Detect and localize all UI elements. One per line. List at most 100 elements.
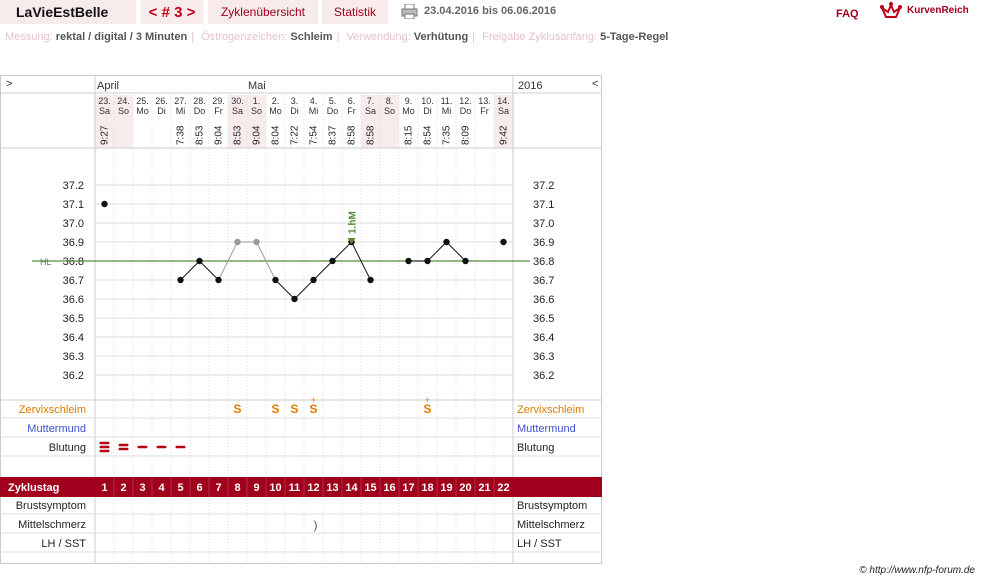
cycle-day-number: 21 (478, 482, 490, 494)
cycle-day-number: 10 (269, 482, 281, 494)
measurement-info: Messung: rektal / digital / 3 Minuten | Ö… (5, 31, 669, 43)
day-date: 28. (193, 96, 206, 106)
temp-tick-left: 36.5 (63, 313, 84, 325)
peak-label: 1.hM (348, 211, 359, 234)
info-key: Freigabe Zyklusanfang: (482, 31, 598, 43)
cycle-navigation[interactable]: < # 3 > (141, 0, 203, 24)
temp-tick-right: 36.3 (533, 351, 554, 363)
day-date: 5. (329, 96, 337, 106)
temp-tick-left: 36.6 (63, 294, 84, 306)
info-value: 5-Tage-Regel (600, 31, 669, 43)
bleeding-mark (118, 443, 129, 447)
temp-tick-right: 37.1 (533, 199, 554, 211)
day-weekday: Sa (99, 106, 110, 116)
day-date: 6. (348, 96, 356, 106)
zervix-mark: S (271, 402, 279, 416)
hl-label: HL (40, 257, 52, 267)
measure-time: 8:15 (404, 125, 415, 145)
info-value: rektal / digital / 3 Minuten (55, 31, 188, 43)
temp-point (272, 276, 279, 284)
day-weekday: So (251, 106, 262, 116)
temp-segment (332, 241, 352, 262)
temp-segment (427, 241, 447, 262)
temp-tick-right: 36.8 (533, 256, 554, 268)
temp-point (310, 276, 317, 284)
measure-time: 8:58 (366, 125, 377, 145)
day-date: 9. (405, 96, 413, 106)
temp-tick-left: 36.8 (63, 256, 84, 268)
day-weekday: Mo (402, 106, 415, 116)
cycle-day-number: 11 (289, 482, 301, 494)
zervix-mark: S (290, 402, 298, 416)
day-date: 14. (497, 96, 510, 106)
temp-point (253, 238, 260, 246)
temp-point (291, 295, 298, 303)
row-muttermund-label-right: Muttermund (517, 423, 576, 435)
measure-time: 8:58 (347, 125, 358, 145)
mittelschmerz-mark: ) (314, 518, 318, 532)
cycle-day-number: 8 (234, 482, 240, 494)
temp-tick-right: 37.0 (533, 218, 554, 230)
nav-prev-arrow[interactable]: > (6, 78, 12, 90)
info-key: Östrogenzeichen: (201, 31, 288, 43)
row-brustsymptom-label-left: Brustsymptom (16, 500, 86, 512)
temp-tick-left: 37.0 (63, 218, 84, 230)
day-weekday: Mi (309, 106, 319, 116)
temp-tick-left: 37.2 (63, 180, 84, 192)
zervix-mark: S (233, 402, 241, 416)
cycle-day-number: 9 (253, 482, 259, 494)
day-weekday: Sa (498, 106, 509, 116)
tab-statistics[interactable]: Statistik (322, 0, 388, 24)
day-date: 7. (367, 96, 375, 106)
printer-icon[interactable] (401, 4, 418, 19)
cycle-day-number: 22 (497, 482, 509, 494)
temp-point (405, 257, 412, 265)
measure-time: 7:54 (309, 125, 320, 145)
bleeding-mark (137, 445, 148, 449)
day-weekday: Sa (232, 106, 243, 116)
bleeding-mark (99, 445, 110, 449)
day-weekday: Do (327, 106, 339, 116)
measure-time: 7:38 (176, 125, 187, 145)
day-date: 13. (478, 96, 491, 106)
day-weekday: Di (423, 106, 432, 116)
day-weekday: Fr (347, 106, 356, 116)
cycle-day-number: 15 (364, 482, 376, 494)
cycle-day-number: 7 (215, 482, 221, 494)
temp-point (196, 257, 203, 265)
row-brustsymptom-label-right: Brustsymptom (517, 500, 587, 512)
temp-point (329, 257, 336, 265)
year-label: 2016 (518, 80, 542, 92)
temp-tick-right: 36.6 (533, 294, 554, 306)
temp-tick-left: 36.7 (63, 275, 84, 287)
zyklustag-band (0, 477, 602, 497)
cycle-day-number: 13 (326, 482, 338, 494)
cycle-day-number: 1 (101, 482, 107, 494)
row-blutung-label-left: Blutung (49, 442, 86, 454)
temp-tick-right: 36.4 (533, 332, 554, 344)
user-name: LaVieEstBelle (0, 0, 136, 24)
measure-time: 7:22 (290, 125, 301, 145)
measure-time: 9:04 (214, 125, 225, 145)
day-date: 1. (253, 96, 261, 106)
logo-text: KurvenReich (907, 5, 969, 16)
tab-cycle-overview[interactable]: Zyklenübersicht (208, 0, 318, 24)
day-date: 10. (421, 96, 434, 106)
row-muttermund-label-left: Muttermund (27, 423, 86, 435)
bleeding-mark (118, 447, 129, 451)
temp-point (101, 200, 108, 208)
day-weekday: Sa (365, 106, 376, 116)
day-date: 3. (291, 96, 299, 106)
faq-link[interactable]: FAQ (836, 8, 859, 20)
day-weekday: Do (460, 106, 472, 116)
cycle-day-number: 14 (345, 482, 358, 494)
cycle-chart: > <April Mai 201623.Sa9:2724.So25.Mo26.Di27… (0, 75, 602, 564)
bleeding-mark (175, 445, 186, 449)
day-weekday: Di (290, 106, 299, 116)
temp-tick-left: 36.3 (63, 351, 84, 363)
measure-time: 8:54 (423, 125, 434, 145)
measure-time: 9:42 (499, 125, 510, 145)
crown-logo-icon (880, 2, 902, 18)
measure-time: 8:09 (461, 125, 472, 145)
nav-next-arrow[interactable]: < (592, 78, 598, 90)
